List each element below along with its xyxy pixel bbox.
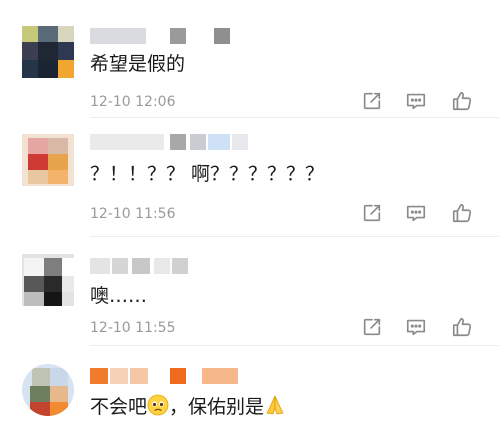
avatar[interactable] bbox=[22, 364, 74, 416]
comment-item: ？！！？？ 啊？？？？？？ 12-10 11:56 bbox=[0, 118, 499, 238]
share-icon[interactable] bbox=[361, 202, 385, 226]
folded-hands-emoji bbox=[264, 394, 286, 422]
comment-text-part: ，保佑别是 bbox=[169, 396, 265, 418]
comment-list: 希望是假的 12-10 12:06 ？！！？？ 啊？？？？？？ 12-10 11… bbox=[0, 0, 499, 428]
comment-icon[interactable] bbox=[405, 202, 429, 226]
share-icon[interactable] bbox=[361, 90, 385, 114]
comment-time: 12-10 11:56 bbox=[90, 206, 176, 222]
like-icon[interactable] bbox=[451, 202, 475, 226]
comment-actions bbox=[357, 90, 477, 114]
comment-item: 不会吧 ，保佑别是 bbox=[0, 346, 499, 428]
comment-time: 12-10 11:55 bbox=[90, 320, 176, 336]
comment-text-part: 不会吧 bbox=[90, 396, 148, 418]
pleading-face-emoji bbox=[147, 394, 169, 422]
comment-text: 噢…… bbox=[90, 285, 148, 307]
like-icon[interactable] bbox=[451, 316, 475, 340]
comment-item: 噢…… 12-10 11:55 bbox=[0, 238, 499, 346]
comment-actions bbox=[357, 202, 477, 226]
avatar[interactable] bbox=[22, 254, 74, 306]
comment-actions bbox=[357, 316, 477, 340]
comment-text: 不会吧 ，保佑别是 bbox=[90, 394, 286, 422]
like-icon[interactable] bbox=[451, 90, 475, 114]
avatar[interactable] bbox=[22, 26, 74, 78]
comment-item: 希望是假的 12-10 12:06 bbox=[0, 0, 499, 118]
username[interactable] bbox=[90, 28, 240, 44]
avatar[interactable] bbox=[22, 134, 74, 186]
comment-icon[interactable] bbox=[405, 90, 429, 114]
username[interactable] bbox=[90, 258, 200, 274]
comment-icon[interactable] bbox=[405, 316, 429, 340]
comment-time: 12-10 12:06 bbox=[90, 94, 176, 110]
divider bbox=[90, 236, 499, 237]
username[interactable] bbox=[90, 368, 240, 384]
comment-text: ？！！？？ 啊？？？？？？ bbox=[90, 163, 325, 185]
comment-text: 希望是假的 bbox=[90, 53, 186, 75]
share-icon[interactable] bbox=[361, 316, 385, 340]
username[interactable] bbox=[90, 134, 250, 150]
